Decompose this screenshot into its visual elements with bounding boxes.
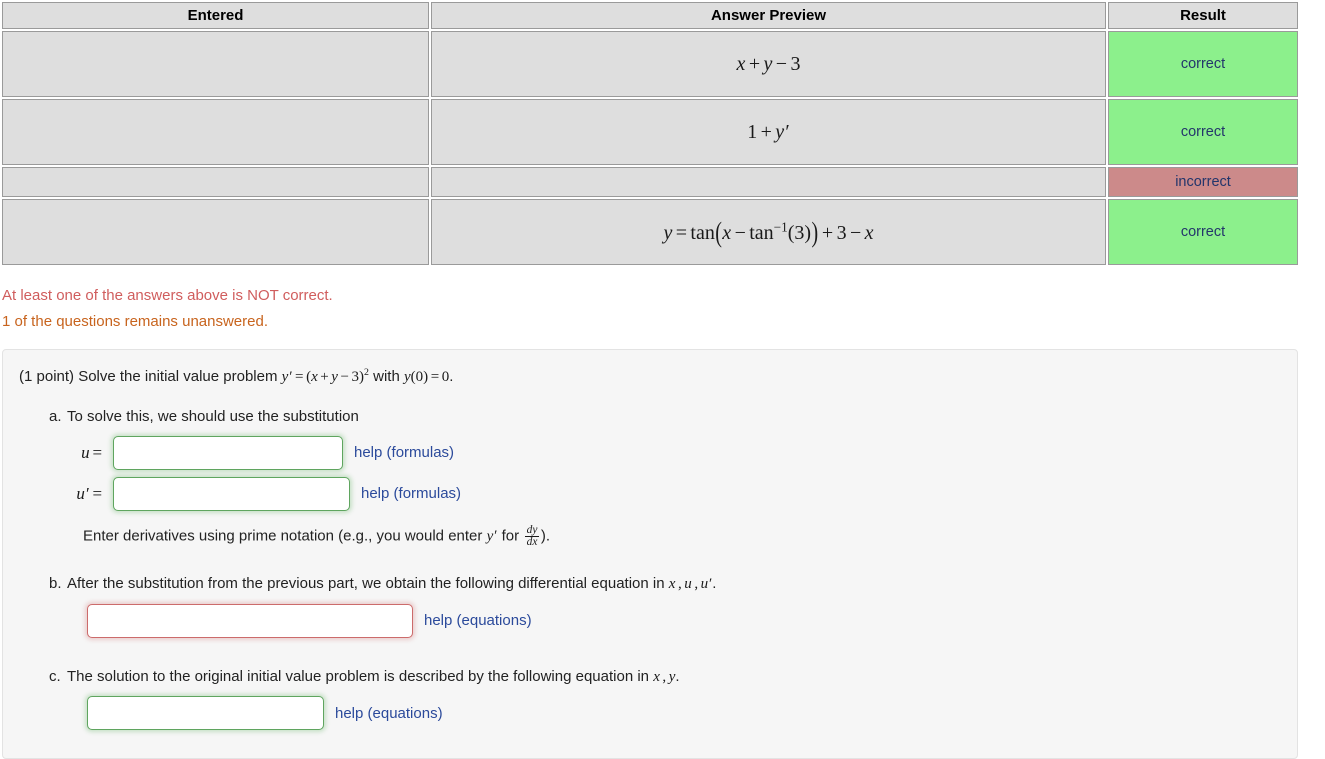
message-not-correct: At least one of the answers above is NOT…	[2, 287, 333, 304]
cell-result: correct	[1108, 199, 1298, 265]
prompt-with: with	[373, 367, 400, 385]
math-expression: x + y −3	[736, 52, 801, 75]
note-mid: for	[501, 526, 520, 544]
table-row: 1 + y′ correct	[2, 99, 1298, 165]
label-u-prime-equals: u′ =	[76, 483, 103, 503]
part-b-vars: x, u, u′	[668, 576, 713, 593]
part-b-field-row: help (equations)	[87, 603, 1281, 638]
note-suffix: ).	[540, 526, 551, 544]
prompt-text: Solve the initial value problem	[78, 367, 278, 385]
math-expression: y = tan(x − tan−1(3)) +3− x	[663, 216, 874, 249]
part-b-text: After the substitution from the previous…	[67, 573, 716, 596]
table-row: y = tan(x − tan−1(3)) +3− x correct	[2, 199, 1298, 265]
part-a-heading: a. To solve this, we should use the subs…	[49, 406, 1281, 429]
part-a-letter: a.	[49, 408, 62, 426]
problem-parts: a. To solve this, we should use the subs…	[49, 406, 1281, 731]
input-u[interactable]	[113, 435, 343, 470]
cell-result: correct	[1108, 99, 1298, 165]
points-label: (1 point)	[19, 367, 75, 385]
part-a-field-u-row: u = help (formulas)	[49, 435, 1281, 470]
input-part-c-equation[interactable]	[87, 696, 324, 731]
part-c-text: The solution to the original initial val…	[67, 666, 680, 689]
math-expression: 1 + y′	[747, 120, 790, 143]
cell-answer-preview: y = tan(x − tan−1(3)) +3− x	[431, 199, 1106, 265]
cell-result: correct	[1108, 31, 1298, 97]
cell-answer-preview: x + y −3	[431, 31, 1106, 97]
part-b-text-end: .	[712, 575, 717, 593]
problem-prompt: (1 point) Solve the initial value proble…	[19, 366, 1281, 389]
prompt-condition: y(0) = 0	[404, 368, 450, 385]
table-header-row: Entered Answer Preview Result	[2, 2, 1298, 29]
help-formulas-link-u-prime[interactable]: help (formulas)	[361, 485, 461, 502]
part-c-vars: x,y	[653, 668, 676, 685]
cell-entered	[2, 167, 429, 197]
label-u-equals: u =	[81, 442, 103, 462]
help-formulas-link-u[interactable]: help (formulas)	[354, 444, 454, 461]
cell-answer-preview: 1 + y′	[431, 99, 1106, 165]
message-unanswered: 1 of the questions remains unanswered.	[2, 312, 268, 330]
note-fraction-dy-dx: dy dx	[523, 524, 541, 548]
part-c-text-main: The solution to the original initial val…	[67, 667, 650, 685]
note-prefix: Enter derivatives using prime notation (…	[83, 526, 483, 544]
problem-panel: (1 point) Solve the initial value proble…	[2, 348, 1298, 759]
part-c-letter: c.	[49, 667, 61, 685]
cell-entered	[2, 31, 429, 97]
part-a-text: To solve this, we should use the substit…	[67, 408, 359, 426]
part-c-field-row: help (equations)	[87, 696, 1281, 731]
column-header-answer-preview: Answer Preview	[431, 2, 1106, 29]
part-b-heading: b. After the substitution from the previ…	[49, 573, 1281, 596]
part-c: c. The solution to the original initial …	[49, 666, 1281, 731]
prompt-equation: y′ = (x + y −3)2	[281, 366, 369, 385]
part-c-heading: c. The solution to the original initial …	[49, 666, 1281, 689]
part-b-text-main: After the substitution from the previous…	[67, 575, 665, 593]
part-a: a. To solve this, we should use the subs…	[49, 406, 1281, 549]
column-header-result: Result	[1108, 2, 1298, 29]
help-equations-link-b[interactable]: help (equations)	[424, 612, 532, 629]
status-messages: At least one of the answers above is NOT…	[2, 283, 1325, 335]
part-a-field-uprime-row: u′ = help (formulas)	[49, 476, 1281, 511]
cell-entered	[2, 99, 429, 165]
fraction-denominator: dx	[526, 536, 538, 549]
cell-answer-preview	[431, 167, 1106, 197]
cell-entered	[2, 199, 429, 265]
help-equations-link-c[interactable]: help (equations)	[335, 705, 443, 722]
table-row: incorrect	[2, 167, 1298, 197]
input-part-b-equation[interactable]	[87, 603, 413, 638]
input-u-prime[interactable]	[113, 476, 350, 511]
part-c-text-end: .	[675, 667, 680, 685]
note-math-y-prime: y′	[486, 527, 498, 544]
column-header-entered: Entered	[2, 2, 429, 29]
results-table: Entered Answer Preview Result x + y −3 corr…	[0, 0, 1300, 267]
cell-result: incorrect	[1108, 167, 1298, 197]
prompt-period: .	[449, 367, 454, 385]
part-a-note: Enter derivatives using prime notation (…	[83, 524, 1281, 549]
part-b-letter: b.	[49, 575, 62, 593]
part-b: b. After the substitution from the previ…	[49, 573, 1281, 638]
table-row: x + y −3 correct	[2, 31, 1298, 97]
